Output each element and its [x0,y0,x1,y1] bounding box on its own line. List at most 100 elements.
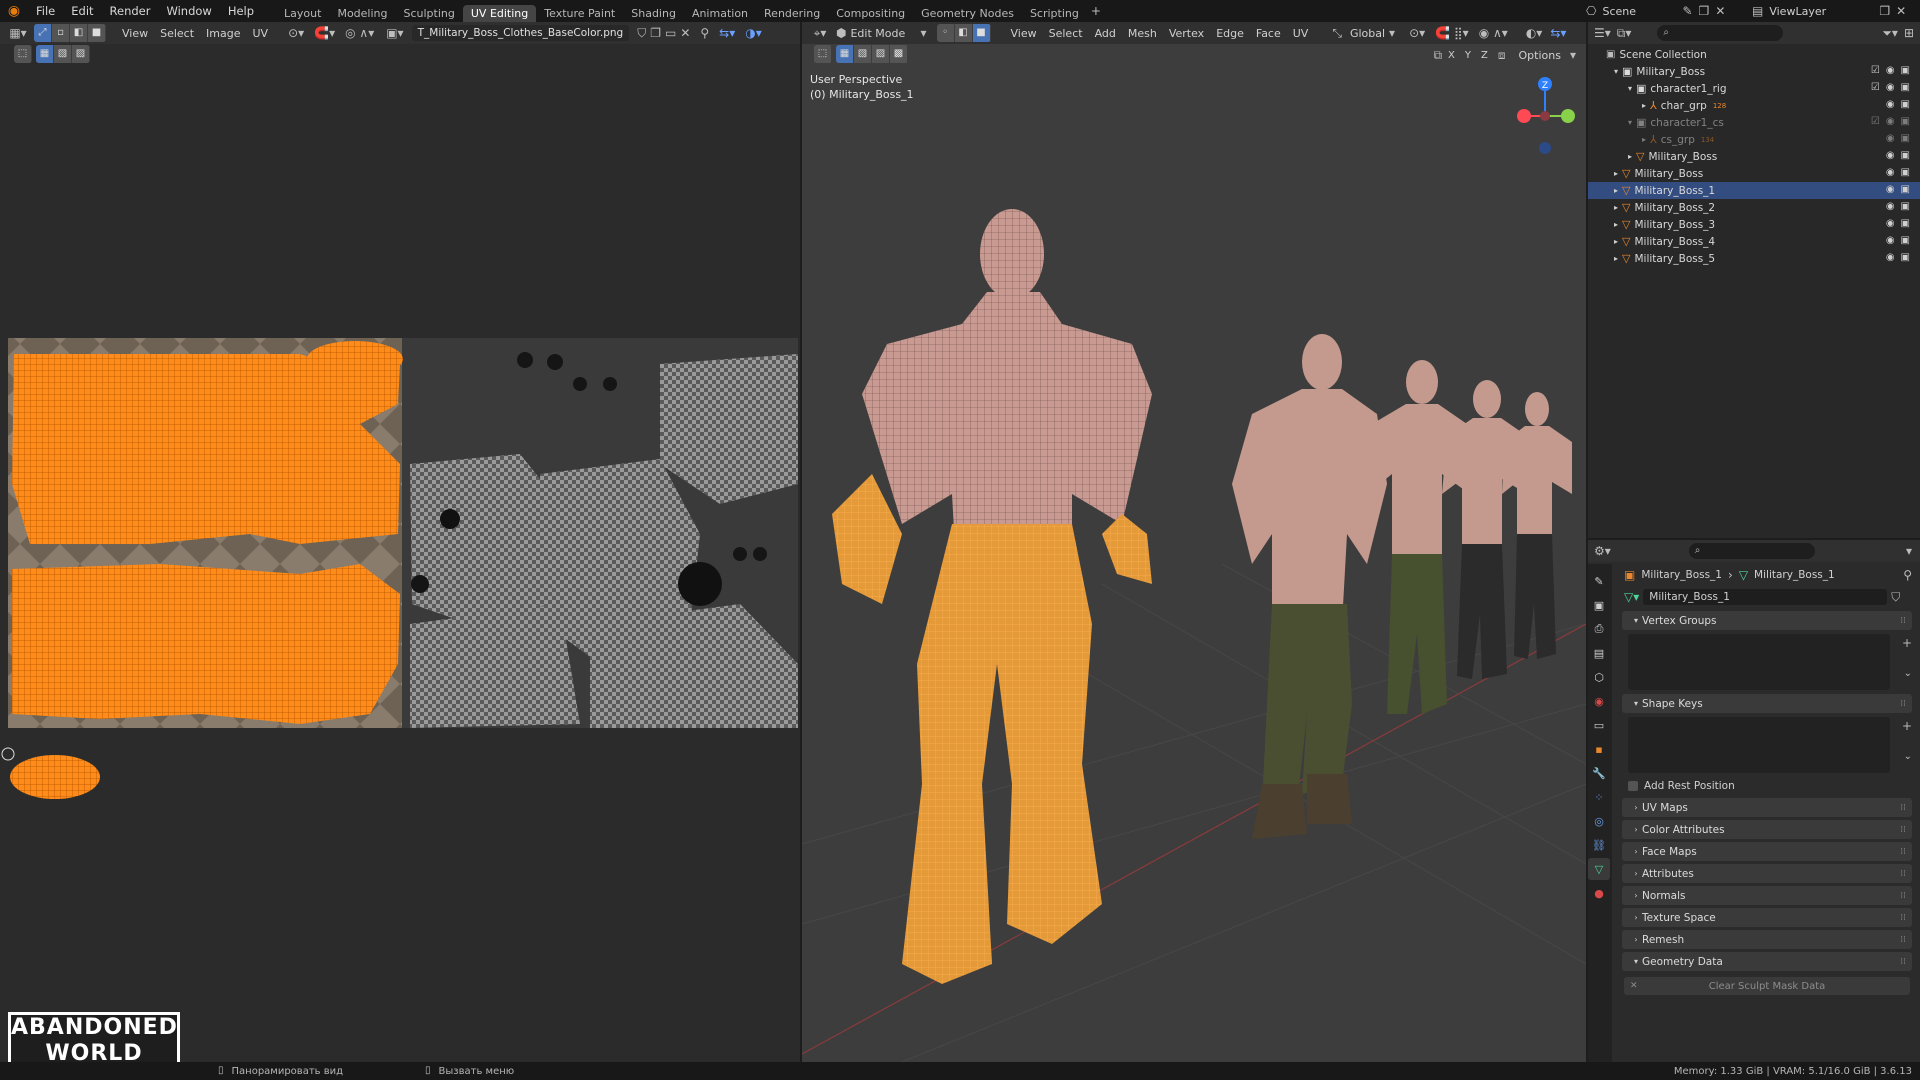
panel-remesh[interactable]: › Remesh ⁞⁞ [1622,930,1912,949]
outliner-row[interactable]: ▸ ▽ Military_Boss ◉ ▣ [1588,148,1920,165]
expand-triangle-icon[interactable]: ▸ [1610,237,1622,246]
panel-uv-maps[interactable]: › UV Maps ⁞⁞ [1622,798,1912,817]
eye-icon[interactable]: ◉ [1886,235,1895,246]
output-tab-icon[interactable]: ⎙ [1588,618,1610,640]
eye-icon[interactable]: ◉ [1886,133,1895,144]
gizmo-toggle-icon[interactable]: ⇆▾ [1550,27,1566,39]
viewport-scene[interactable] [802,64,1586,1062]
outliner-row[interactable]: ▸ ⅄ char_grp 128 ◉ ▣ [1588,97,1920,114]
camera-icon[interactable]: ▣ [1901,133,1910,144]
display-mode-icon[interactable]: ⧉▾ [1617,27,1632,39]
tool-tab-icon[interactable]: ✎ [1588,570,1610,592]
drag-handle-icon[interactable]: ⁞⁞ [1900,957,1906,967]
blender-logo-icon[interactable]: ◉ [0,4,28,18]
object-tab-icon[interactable]: ▪ [1588,738,1610,760]
camera-icon[interactable]: ▣ [1901,116,1910,127]
outliner-row[interactable]: ▸ ▽ Military_Boss ◉ ▣ [1588,165,1920,182]
panel-normals[interactable]: › Normals ⁞⁞ [1622,886,1912,905]
fake-user-icon[interactable]: ⛉ [1891,591,1900,603]
outliner-row[interactable]: ▸ ▽ Military_Boss_3 ◉ ▣ [1588,216,1920,233]
camera-icon[interactable]: ▣ [1901,65,1910,76]
3d-viewport[interactable]: ⌖▾ ⬢ Edit Mode ▾ ◦ ◧ ■ View Select Add Mesh Ve… [802,22,1586,1062]
camera-icon[interactable]: ▣ [1901,184,1910,195]
eye-icon[interactable]: ◉ [1886,167,1895,178]
add-icon[interactable]: + [1902,636,1912,650]
proportional-icon[interactable]: ◎ ∧▾ [345,27,374,39]
camera-icon[interactable]: ▣ [1901,167,1910,178]
viewport-menu-edge[interactable]: Edge [1210,24,1250,42]
snap-icon[interactable]: 🧲▾ [314,27,335,39]
tool-select-box[interactable]: ⬚ [814,45,832,63]
new-scene-icon[interactable]: ❐ [1699,5,1710,17]
selection-mode-buttons[interactable]: ▦ ▧ ▨ [36,45,90,63]
chevron-down-icon[interactable]: ⌄ [1904,751,1912,762]
outliner[interactable]: ☰▾ ⧉▾ ⌕ ⏷▾ ⊞ ▣ Scene Collection ▾ ▣ Milita… [1588,22,1920,538]
tab-geometry-nodes[interactable]: Geometry Nodes [913,5,1022,22]
data-block-selector[interactable]: ▽▾ Military_Boss_1 ⛉ [1614,586,1920,608]
tab-uv-editing[interactable]: UV Editing [462,5,537,22]
selection-mode-buttons[interactable]: ▦ ▧ ▨ ▩ [836,45,908,63]
data-tab-icon[interactable]: ▽ [1588,858,1610,880]
new-viewlayer-icon[interactable]: ❐ [1879,5,1890,17]
expand-triangle-icon[interactable]: ▸ [1610,186,1622,195]
editor-type-icon[interactable]: ⌖▾ [808,27,832,39]
new-collection-icon[interactable]: ⊞ [1904,27,1914,39]
fake-user-icon[interactable]: ⛉ [637,27,646,39]
tab-sculpting[interactable]: Sculpting [396,5,463,22]
view-layer-tab-icon[interactable]: ▤ [1588,642,1610,664]
tab-scripting[interactable]: Scripting [1022,5,1087,22]
tab-modeling[interactable]: Modeling [329,5,395,22]
filter-icon[interactable]: ⏷▾ [1882,27,1898,39]
panel-color-attributes[interactable]: › Color Attributes ⁞⁞ [1622,820,1912,839]
particles-tab-icon[interactable]: ⁘ [1588,786,1610,808]
tab-compositing[interactable]: Compositing [828,5,913,22]
outliner-search[interactable]: ⌕ [1657,25,1784,41]
eye-icon[interactable]: ◉ [1886,184,1895,195]
drag-handle-icon[interactable]: ⁞⁞ [1900,891,1906,901]
outliner-row[interactable]: ▸ ▽ Military_Boss_5 ◉ ▣ [1588,250,1920,267]
outliner-row[interactable]: ▾ ▣ Military_Boss ☑ ◉ ▣ [1588,63,1920,80]
viewport-menu-face[interactable]: Face [1250,24,1287,42]
add-icon[interactable]: + [1902,719,1912,733]
unlink-icon[interactable]: ✕ [680,27,690,39]
eye-icon[interactable]: ◉ [1886,116,1895,127]
gizmo-icon[interactable]: ⇆▾ [719,27,735,39]
drag-handle-icon[interactable]: ⁞⁞ [1900,869,1906,879]
outliner-row[interactable]: ▸ ⅄ cs_grp 134 ◉ ▣ [1588,131,1920,148]
outliner-row[interactable]: ▸ ▽ Military_Boss_1 ◉ ▣ [1588,182,1920,199]
uv-menu-view[interactable]: View [116,24,154,42]
tab-animation[interactable]: Animation [684,5,756,22]
open-image-icon[interactable]: ▭ [665,27,676,39]
expand-triangle-icon[interactable]: ▸ [1624,152,1636,161]
panel-vertex-groups[interactable]: ▾ Vertex Groups ⁞⁞ [1622,611,1912,630]
panel-geometry-data[interactable]: ▾ Geometry Data ⁞⁞ [1622,952,1912,971]
menu-render[interactable]: Render [102,4,159,18]
collection-tab-icon[interactable]: ▭ [1588,714,1610,736]
uv-select-mode[interactable]: ⤢ ▫ ◧ ■ [34,24,106,42]
chevron-down-icon[interactable]: ⌄ [1904,668,1912,679]
expand-triangle-icon[interactable]: ▸ [1610,254,1622,263]
viewlayer-selector[interactable]: ▤ ViewLayer ❐ ✕ [1752,2,1906,20]
viewport-menu-select[interactable]: Select [1043,24,1089,42]
expand-triangle-icon[interactable]: ▾ [1624,84,1636,93]
snap-icon[interactable]: 🧲 ⣿▾ [1435,27,1469,39]
drag-handle-icon[interactable]: ⁞⁞ [1900,935,1906,945]
eye-icon[interactable]: ◉ [1886,218,1895,229]
eye-icon[interactable]: ◉ [1886,252,1895,263]
panel-list-box[interactable]: + ⌄ [1628,717,1912,773]
drag-handle-icon[interactable]: ⁞⁞ [1900,699,1906,709]
modifier-tab-icon[interactable]: 🔧 [1588,762,1610,784]
tab-rendering[interactable]: Rendering [756,5,828,22]
options-dropdown[interactable]: Options [1513,46,1567,64]
uv-menu-uv[interactable]: UV [247,24,275,42]
tab-texture-paint[interactable]: Texture Paint [536,5,623,22]
viewport-menu-vertex[interactable]: Vertex [1163,24,1210,42]
camera-icon[interactable]: ▣ [1901,150,1910,161]
camera-icon[interactable]: ▣ [1901,235,1910,246]
camera-icon[interactable]: ▣ [1901,218,1910,229]
render-tab-icon[interactable]: ▣ [1588,594,1610,616]
mirror-axis-z-button[interactable]: Z [1478,50,1491,61]
menu-file[interactable]: File [28,4,63,18]
add-workspace-icon[interactable]: + [1091,5,1101,17]
camera-icon[interactable]: ▣ [1901,99,1910,110]
